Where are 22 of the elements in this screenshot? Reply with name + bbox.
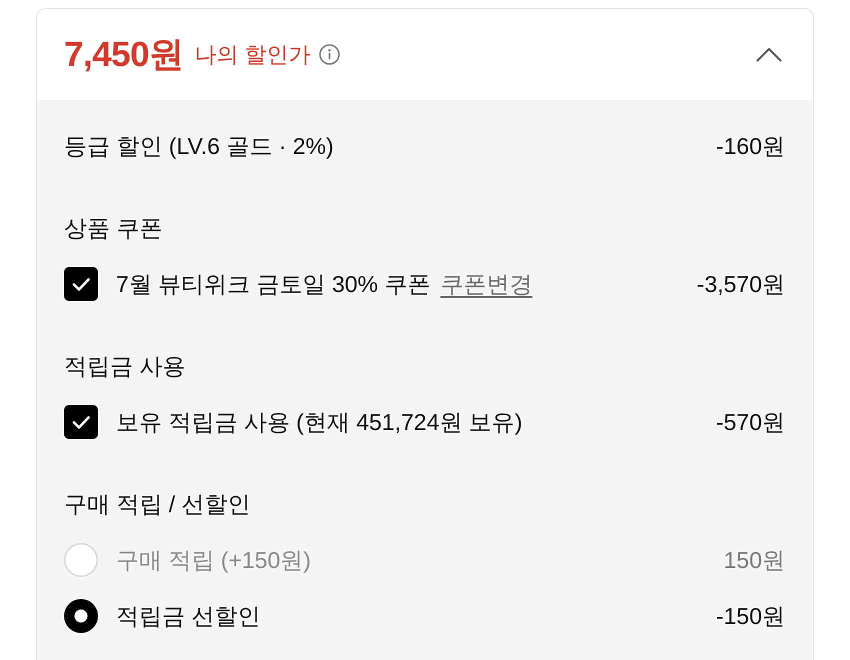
sale-price: 7,450원 (64, 34, 184, 76)
checkbox[interactable] (64, 267, 98, 301)
radio-button[interactable] (64, 543, 98, 577)
option-label: 구매 적립 (+150원) (116, 546, 311, 575)
checkbox[interactable] (64, 405, 98, 439)
amount-text: 150원 (724, 546, 785, 574)
amount-text: -3,570원 (696, 270, 785, 298)
section-title: 상품 쿠폰 (64, 214, 162, 242)
change-coupon-link[interactable]: 쿠폰변경 (440, 268, 532, 300)
amount-text: -150원 (716, 602, 785, 630)
section-title: 구매 적립 / 선할인 (64, 490, 251, 518)
amount-text: -160원 (716, 132, 785, 160)
section-title: 적립금 사용 (64, 352, 186, 380)
info-icon[interactable] (318, 44, 340, 65)
option-label: 보유 적립금 사용 (현재 451,724원 보유) (116, 408, 522, 437)
amount-text: -570원 (716, 408, 785, 436)
discount-label: 등급 할인 (LV.6 골드 · 2%) (64, 132, 334, 161)
price-label: 나의 할인가 (194, 40, 311, 68)
option-label: 적립금 선할인 (116, 602, 260, 630)
chevron-up-icon[interactable] (756, 47, 782, 62)
option-label: 7월 뷰티위크 금토일 30% 쿠폰 (116, 270, 430, 298)
radio-button[interactable] (64, 599, 98, 633)
